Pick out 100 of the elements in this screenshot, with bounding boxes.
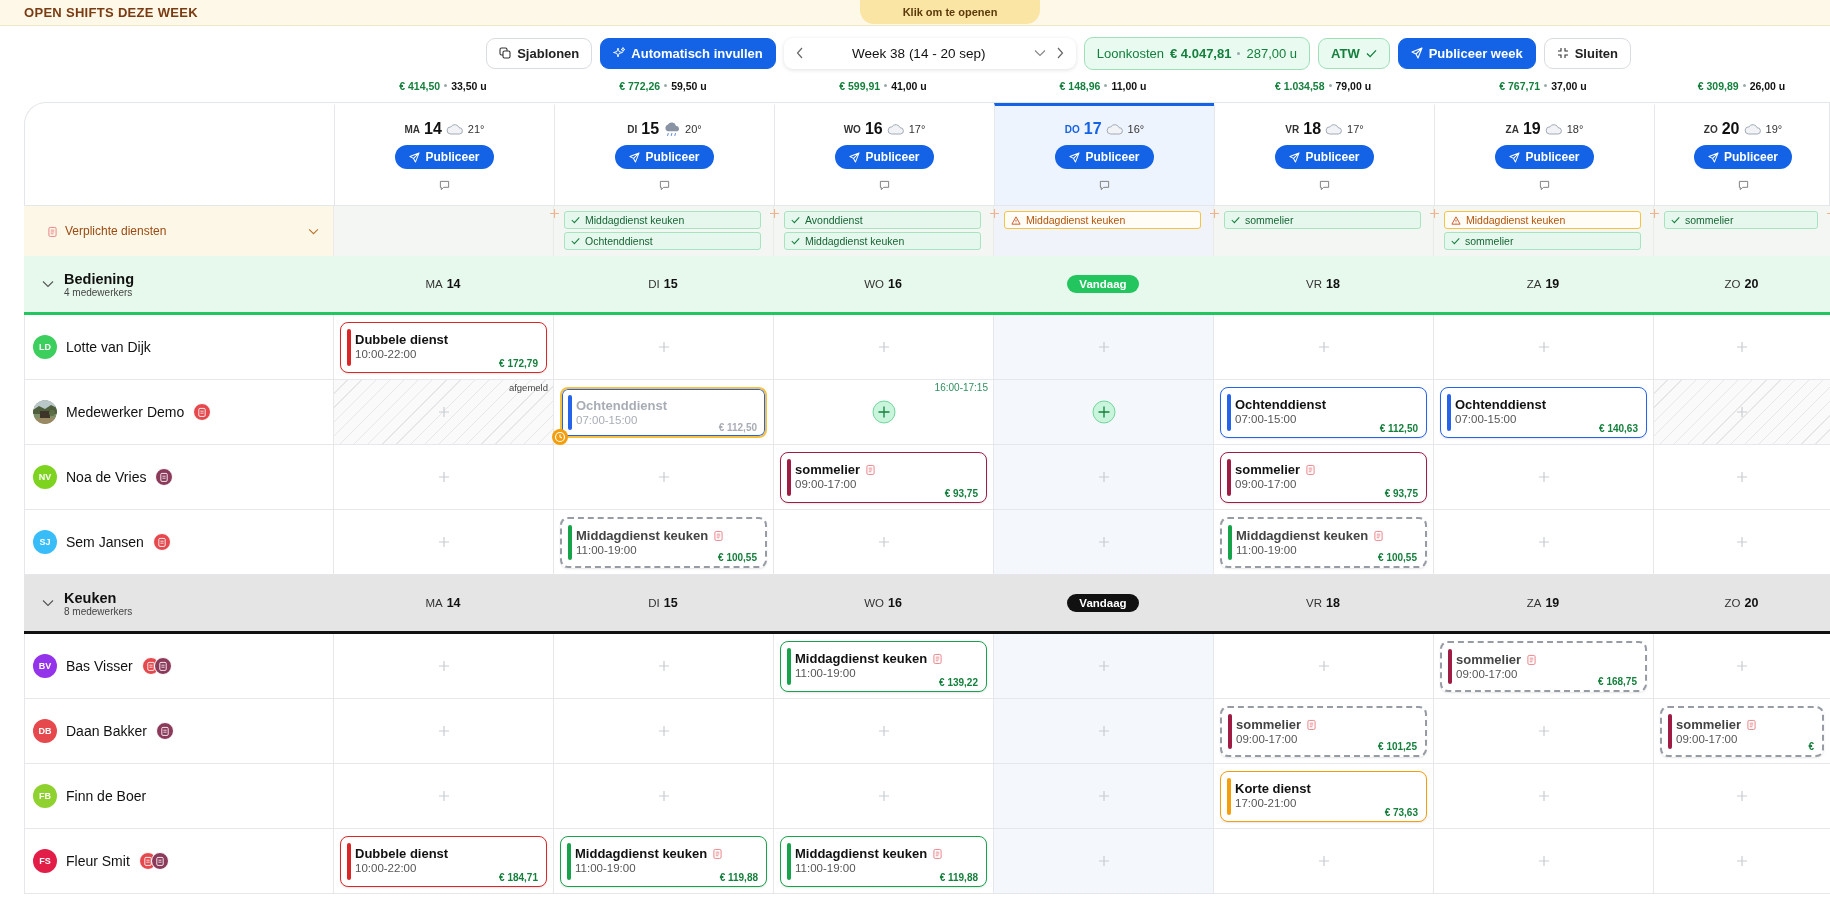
plus-icon[interactable]: [1538, 342, 1549, 352]
plus-icon[interactable]: [658, 661, 669, 671]
plus-icon[interactable]: [658, 791, 669, 801]
plus-icon[interactable]: [658, 342, 669, 352]
publish-button[interactable]: Publiceer: [1694, 145, 1792, 169]
plus-icon[interactable]: [1538, 726, 1549, 736]
plus-icon[interactable]: [438, 661, 449, 671]
shift-card[interactable]: sommelier 09:00-17:00 € 101,25: [1220, 705, 1427, 757]
plus-icon[interactable]: [658, 472, 669, 482]
employee-name[interactable]: Finn de Boer: [66, 788, 147, 804]
publish-button[interactable]: Publiceer: [1275, 145, 1374, 169]
required-shift-tag[interactable]: sommelier: [1664, 211, 1818, 229]
plus-icon[interactable]: [878, 791, 889, 801]
shift-card[interactable]: Dubbele dienst 10:00-22:00 € 184,71: [340, 835, 547, 887]
plus-icon[interactable]: [658, 726, 669, 736]
plus-icon[interactable]: [1098, 342, 1109, 352]
chevron-down-icon[interactable]: [308, 227, 319, 235]
plus-icon[interactable]: [1538, 791, 1549, 801]
employee-name[interactable]: Noa de Vries: [66, 469, 147, 485]
required-shift-tag[interactable]: Avonddienst: [784, 211, 981, 229]
open-tab[interactable]: Klik om te openen: [860, 0, 1040, 24]
plus-icon[interactable]: [1650, 209, 1659, 218]
plus-icon[interactable]: [1737, 537, 1747, 547]
shift-card[interactable]: sommelier 09:00-17:00 € 168,75: [1440, 640, 1647, 692]
plus-icon[interactable]: [1098, 791, 1109, 801]
shift-card[interactable]: Dubbele dienst 10:00-22:00 € 172,79: [340, 321, 547, 373]
required-shifts-header[interactable]: Verplichte diensten: [24, 206, 333, 256]
plus-icon[interactable]: [1098, 661, 1109, 671]
shift-card[interactable]: sommelier 09:00-17:00 €: [1660, 705, 1824, 757]
plus-icon[interactable]: [1210, 209, 1219, 218]
comment-icon[interactable]: [1737, 180, 1749, 191]
publish-button[interactable]: Publiceer: [395, 145, 494, 169]
publish-button[interactable]: Publiceer: [1055, 145, 1154, 169]
chevron-left-icon[interactable]: [795, 47, 804, 59]
plus-icon[interactable]: [438, 726, 449, 736]
shift-card[interactable]: Middagdienst keuken 11:00-19:00 € 100,55: [1220, 516, 1427, 568]
publish-button[interactable]: Publiceer: [835, 145, 934, 169]
employee-name[interactable]: Daan Bakker: [66, 723, 147, 739]
required-shift-tag[interactable]: Middagdienst keuken: [1004, 211, 1201, 229]
plus-icon[interactable]: [878, 726, 889, 736]
plus-icon[interactable]: [1318, 342, 1329, 352]
publish-button[interactable]: Publiceer: [1495, 145, 1594, 169]
shift-card[interactable]: Ochtenddienst 07:00-15:00 € 112,50: [1220, 386, 1427, 438]
plus-icon[interactable]: [438, 791, 449, 801]
plus-icon[interactable]: [1098, 726, 1109, 736]
plus-icon[interactable]: [1538, 537, 1549, 547]
plus-icon[interactable]: [1098, 856, 1109, 866]
plus-icon[interactable]: [438, 407, 449, 417]
add-shift-icon[interactable]: [1091, 400, 1116, 424]
plus-icon[interactable]: [1318, 661, 1329, 671]
comment-icon[interactable]: [659, 180, 670, 191]
shift-card[interactable]: sommelier 09:00-17:00 € 93,75: [780, 451, 987, 503]
comment-icon[interactable]: [879, 180, 890, 191]
plus-icon[interactable]: [1737, 407, 1747, 417]
plus-icon[interactable]: [438, 472, 449, 482]
comment-icon[interactable]: [1099, 180, 1110, 191]
plus-icon[interactable]: [1098, 537, 1109, 547]
comment-icon[interactable]: [1539, 180, 1550, 191]
required-shift-tag[interactable]: Middagdienst keuken: [1444, 211, 1641, 229]
chevron-down-icon[interactable]: [42, 599, 54, 607]
plus-icon[interactable]: [438, 537, 449, 547]
plus-icon[interactable]: [1538, 856, 1549, 866]
autofill-button[interactable]: Automatisch invullen: [600, 37, 776, 69]
required-shift-tag[interactable]: Middagdienst keuken: [564, 211, 761, 229]
required-shift-tag[interactable]: sommelier: [1444, 232, 1641, 250]
required-shift-tag[interactable]: Ochtenddienst: [564, 232, 761, 250]
chevron-right-icon[interactable]: [1055, 47, 1064, 59]
add-shift-icon[interactable]: [871, 400, 896, 424]
plus-icon[interactable]: [1098, 472, 1109, 482]
plus-icon[interactable]: [1737, 791, 1747, 801]
plus-icon[interactable]: [878, 342, 889, 352]
close-button[interactable]: Sluiten: [1543, 37, 1631, 69]
plus-icon[interactable]: [1737, 856, 1747, 866]
shift-card[interactable]: sommelier 09:00-17:00 € 93,75: [1220, 451, 1427, 503]
plus-icon[interactable]: [1737, 472, 1747, 482]
employee-name[interactable]: Medewerker Demo: [66, 404, 185, 420]
plus-icon[interactable]: [1737, 661, 1747, 671]
publish-button[interactable]: Publiceer: [615, 145, 714, 169]
comment-icon[interactable]: [439, 180, 450, 191]
shift-card[interactable]: Middagdienst keuken 11:00-19:00 € 119,88: [780, 835, 987, 887]
plus-icon[interactable]: [1430, 209, 1439, 218]
chevron-down-icon[interactable]: [1033, 49, 1046, 57]
employee-name[interactable]: Sem Jansen: [66, 534, 144, 550]
shift-card[interactable]: Ochtenddienst 07:00-15:00 € 140,63: [1440, 386, 1647, 438]
shift-card[interactable]: Middagdienst keuken 11:00-19:00 € 100,55: [560, 516, 767, 568]
plus-icon[interactable]: [1318, 856, 1329, 866]
plus-icon[interactable]: [990, 209, 999, 218]
plus-icon[interactable]: [1737, 342, 1747, 352]
shift-card[interactable]: Middagdienst keuken 11:00-19:00 € 139,22: [780, 640, 987, 692]
publish-week-button[interactable]: Publiceer week: [1397, 37, 1536, 69]
shift-card[interactable]: Middagdienst keuken 11:00-19:00 € 119,88: [560, 835, 767, 887]
atw-button[interactable]: ATW: [1318, 37, 1390, 69]
plus-icon[interactable]: [1538, 472, 1549, 482]
comment-icon[interactable]: [1319, 180, 1330, 191]
required-shift-tag[interactable]: Middagdienst keuken: [784, 232, 981, 250]
plus-icon[interactable]: [878, 537, 889, 547]
chevron-down-icon[interactable]: [42, 280, 54, 288]
employee-name[interactable]: Fleur Smit: [66, 853, 130, 869]
shift-card[interactable]: Korte dienst 17:00-21:00 € 73,63: [1220, 770, 1427, 822]
employee-name[interactable]: Lotte van Dijk: [66, 339, 151, 355]
